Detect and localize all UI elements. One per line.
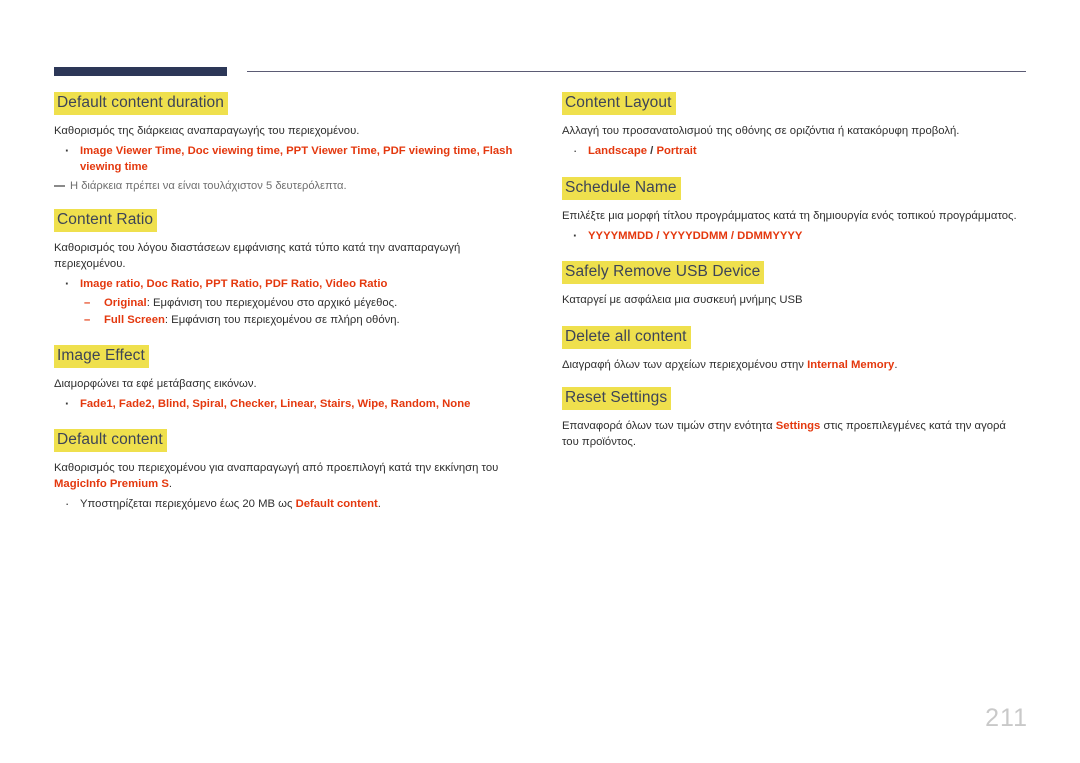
keyword-magicinfo-premium-s: MagicInfo Premium S <box>54 478 169 490</box>
list-item-label: Image ratio, Doc Ratio, PPT Ratio, PDF R… <box>80 278 388 290</box>
bullet-list-default-content-duration: Image Viewer Time, Doc viewing time, PPT… <box>54 143 524 175</box>
list-item: Υποστηρίζεται περιεχόμενο έως 20 MB ως D… <box>54 496 524 513</box>
paragraph-content-layout: Αλλαγή του προσανατολισμού της οθόνης σε… <box>562 125 960 137</box>
section-default-content-duration: Default content duration Καθορισμός της … <box>54 92 524 194</box>
keyword-internal-memory: Internal Memory <box>807 359 895 371</box>
bullet-list-content-ratio: Image ratio, Doc Ratio, PPT Ratio, PDF R… <box>54 276 524 328</box>
header-rule <box>54 67 1026 76</box>
list-item: Landscape / Portrait <box>562 143 1032 160</box>
option-landscape: Landscape <box>588 145 648 157</box>
bullet-list-content-layout: Landscape / Portrait <box>562 143 1032 160</box>
section-reset-settings: Reset Settings Επαναφορά όλων των τιμών … <box>562 387 1032 450</box>
sub-list-content-ratio: Original: Εμφάνιση του περιεχομένου στο … <box>80 295 524 328</box>
list-item: Full Screen: Εμφάνιση του περιεχομένου σ… <box>80 312 524 328</box>
sub-item-label-full-screen: Full Screen <box>104 313 165 326</box>
paragraph-content-ratio: Καθορισμός του λόγου διαστάσεων εμφάνιση… <box>54 242 461 270</box>
paragraph-safely-remove-usb-device: Καταργεί με ασφάλεια μια συσκευή μνήμης … <box>562 294 803 306</box>
section-heading-delete-all-content: Delete all content <box>562 326 691 349</box>
keyword-settings: Settings <box>775 420 821 432</box>
section-default-content: Default content Καθορισμός του περιεχομέ… <box>54 429 524 513</box>
paragraph-schedule-name: Επιλέξτε μια μορφή τίτλου προγράμματος κ… <box>562 209 1017 222</box>
paragraph-default-content-duration: Καθορισμός της διάρκειας αναπαραγωγής το… <box>54 125 360 137</box>
list-item: Fade1, Fade2, Blind, Spiral, Checker, Li… <box>54 396 524 413</box>
section-heading-reset-settings: Reset Settings <box>562 387 672 410</box>
section-heading-schedule-name: Schedule Name <box>562 176 681 200</box>
section-content-layout: Content Layout Αλλαγή του προσανατολισμο… <box>562 92 1032 160</box>
sub-item-text-original: : Εμφάνιση του περιεχομένου στο αρχικό μ… <box>146 296 398 309</box>
keyword-default-content: Default content <box>295 498 378 510</box>
bullet-list-schedule-name: YYYYMMDD / YYYYDDMM / DDMMYYYY <box>562 228 1032 245</box>
section-heading-safely-remove-usb-device: Safely Remove USB Device <box>562 261 765 284</box>
section-delete-all-content: Delete all content Διαγραφή όλων των αρχ… <box>562 326 1032 373</box>
paragraph-text-prefix: Επαναφορά όλων των τιμών στην ενότητα <box>562 420 776 432</box>
bullet-list-default-content: Υποστηρίζεται περιεχόμενο έως 20 MB ως D… <box>54 496 524 513</box>
list-item: YYYYMMDD / YYYYDDMM / DDMMYYYY <box>562 228 1032 245</box>
section-safely-remove-usb-device: Safely Remove USB Device Καταργεί με ασφ… <box>562 261 1032 308</box>
paragraph-default-content: Καθορισμός του περιεχομένου για αναπαραγ… <box>54 460 506 492</box>
section-heading-default-content: Default content <box>54 429 167 452</box>
right-column: Content Layout Αλλαγή του προσανατολισμο… <box>562 92 1032 455</box>
list-item: Image ratio, Doc Ratio, PPT Ratio, PDF R… <box>54 276 524 328</box>
list-item: Image Viewer Time, Doc viewing time, PPT… <box>54 143 524 175</box>
paragraph-reset-settings: Επαναφορά όλων των τιμών στην ενότητα Se… <box>562 418 1022 450</box>
list-item: Original: Εμφάνιση του περιεχομένου στο … <box>80 295 524 311</box>
header-rule-thin <box>247 71 1026 72</box>
sub-item-label-original: Original <box>104 296 147 309</box>
header-rule-thick <box>54 67 227 76</box>
sub-item-text-full-screen: : Εμφάνιση του περιεχομένου σε πλήρη οθό… <box>164 313 400 326</box>
paragraph-text-suffix: . <box>168 478 173 490</box>
paragraph-text-suffix: . <box>894 359 898 371</box>
paragraph-delete-all-content: Διαγραφή όλων των αρχείων περιεχομένου σ… <box>562 357 1022 373</box>
page-number: 211 <box>985 704 1028 732</box>
document-page: Default content duration Καθορισμός της … <box>0 0 1080 763</box>
section-heading-default-content-duration: Default content duration <box>54 92 228 115</box>
list-item-prefix: Υποστηρίζεται περιεχόμενο έως 20 MB ως <box>80 498 296 510</box>
left-column: Default content duration Καθορισμός της … <box>54 92 524 517</box>
section-heading-content-layout: Content Layout <box>562 92 676 115</box>
section-image-effect: Image Effect Διαμορφώνει τα εφέ μετάβαση… <box>54 344 524 413</box>
list-item-suffix: . <box>377 498 381 510</box>
note-duration-minimum: Η διάρκεια πρέπει να είναι τουλάχιστον 5… <box>54 178 524 194</box>
bullet-list-image-effect: Fade1, Fade2, Blind, Spiral, Checker, Li… <box>54 396 524 413</box>
paragraph-text-prefix: Καθορισμός του περιεχομένου για αναπαραγ… <box>54 462 499 474</box>
section-schedule-name: Schedule Name Επιλέξτε μια μορφή τίτλου … <box>562 176 1032 245</box>
paragraph-text-prefix: Διαγραφή όλων των αρχείων περιεχομένου σ… <box>562 359 808 371</box>
section-heading-image-effect: Image Effect <box>54 344 149 368</box>
paragraph-image-effect: Διαμορφώνει τα εφέ μετάβασης εικόνων. <box>54 377 257 390</box>
option-portrait: Portrait <box>656 145 697 157</box>
section-heading-content-ratio: Content Ratio <box>54 209 158 232</box>
section-content-ratio: Content Ratio Καθορισμός του λόγου διαστ… <box>54 209 524 328</box>
